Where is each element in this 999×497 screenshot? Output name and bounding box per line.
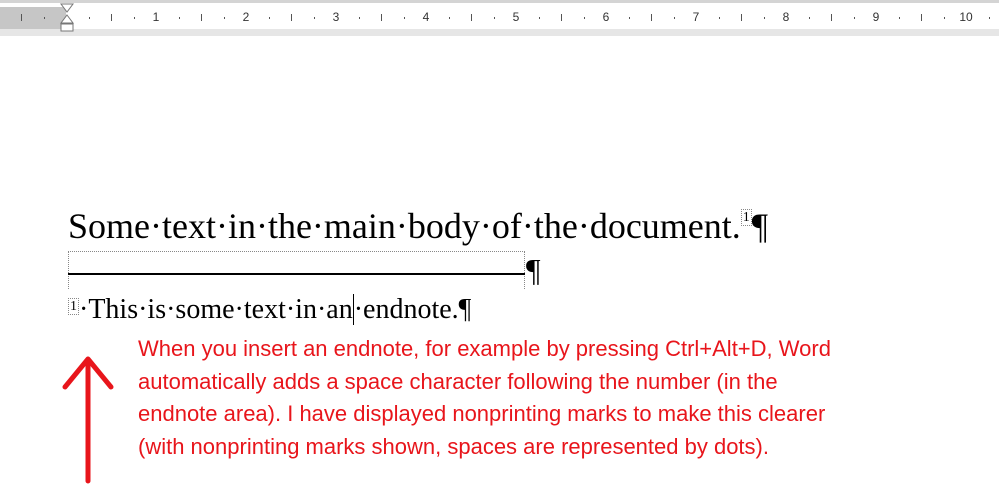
ruler-tick	[898, 17, 900, 19]
ruler-tick	[133, 17, 135, 19]
main-text: Some·text·in·the·main·body·of·the·docume…	[68, 206, 741, 246]
ruler-label: 10	[959, 10, 973, 24]
callout-line: When you insert an endnote, for example …	[138, 336, 831, 361]
pilcrow: ¶	[751, 206, 769, 246]
main-body-paragraph[interactable]: Some·text·in·the·main·body·of·the·docume…	[68, 205, 768, 247]
ruler-tick	[178, 17, 180, 19]
endnote-text-b: ·endnote.	[353, 294, 459, 325]
ruler-label: 1	[152, 10, 160, 24]
ruler-tick	[583, 17, 585, 19]
callout-line: automatically adds a space character fol…	[138, 368, 778, 394]
indent-marker-icon[interactable]	[60, 3, 76, 37]
ruler-label: 7	[692, 10, 700, 24]
window-top-border	[0, 0, 999, 6]
annotation-callout: When you insert an endnote, for example …	[138, 333, 831, 463]
ruler-label: 3	[332, 10, 340, 24]
endnote-reference[interactable]: 1	[740, 209, 752, 226]
ruler-label: 9	[872, 10, 880, 24]
ruler-tick	[111, 14, 112, 21]
ruler-tick	[763, 17, 765, 19]
ruler-tick	[21, 14, 22, 21]
ruler-tick	[651, 14, 652, 21]
ruler-tick	[403, 17, 405, 19]
ruler-tick	[808, 17, 810, 19]
horizontal-ruler[interactable]: 1 2 3 4 5 6 7 8 9 10	[0, 3, 999, 36]
ruler-tick	[471, 14, 472, 21]
callout-line: (with nonprinting marks shown, spaces ar…	[138, 433, 769, 459]
ruler-tick	[561, 14, 562, 21]
ruler-tick	[988, 17, 990, 19]
ruler-tick	[493, 17, 495, 19]
pilcrow: ¶	[458, 294, 472, 325]
endnote-separator-box	[68, 251, 525, 289]
ruler-tick	[448, 17, 450, 19]
ruler-label: 8	[782, 10, 790, 24]
red-arrow-icon	[62, 356, 114, 484]
ruler-label: 4	[422, 10, 430, 24]
ruler-tick	[943, 17, 945, 19]
ruler-tick	[853, 17, 855, 19]
ruler-tick	[718, 17, 720, 19]
endnote-number: 1	[68, 298, 79, 315]
ruler-tick	[921, 14, 922, 21]
endnote-separator-line	[68, 273, 525, 275]
ruler-tick	[223, 17, 225, 19]
endnote-text-a: ·This·is·some·text·in·an	[79, 294, 353, 325]
separator-pilcrow: ¶	[526, 252, 541, 288]
ruler-tick	[628, 17, 630, 19]
ruler-margin	[0, 7, 66, 29]
ruler-label: 6	[602, 10, 610, 24]
ruler-tick	[381, 14, 382, 21]
ruler-tick	[268, 17, 270, 19]
endnote-paragraph[interactable]: 1·This·is·some·text·in·an·endnote.¶	[68, 294, 471, 326]
ruler-label: 5	[512, 10, 520, 24]
ruler-tick	[43, 17, 45, 19]
ruler-tick	[88, 17, 90, 19]
ruler-tick	[538, 17, 540, 19]
ruler-label: 2	[242, 10, 250, 24]
ruler-tick	[831, 14, 832, 21]
ruler-tick	[673, 17, 675, 19]
ruler-tick	[313, 17, 315, 19]
ruler-tick	[358, 17, 360, 19]
ruler-tick	[741, 14, 742, 21]
ruler-tick	[291, 14, 292, 21]
callout-line: endnote area). I have displayed nonprint…	[138, 401, 826, 426]
ruler-tick	[201, 14, 202, 21]
